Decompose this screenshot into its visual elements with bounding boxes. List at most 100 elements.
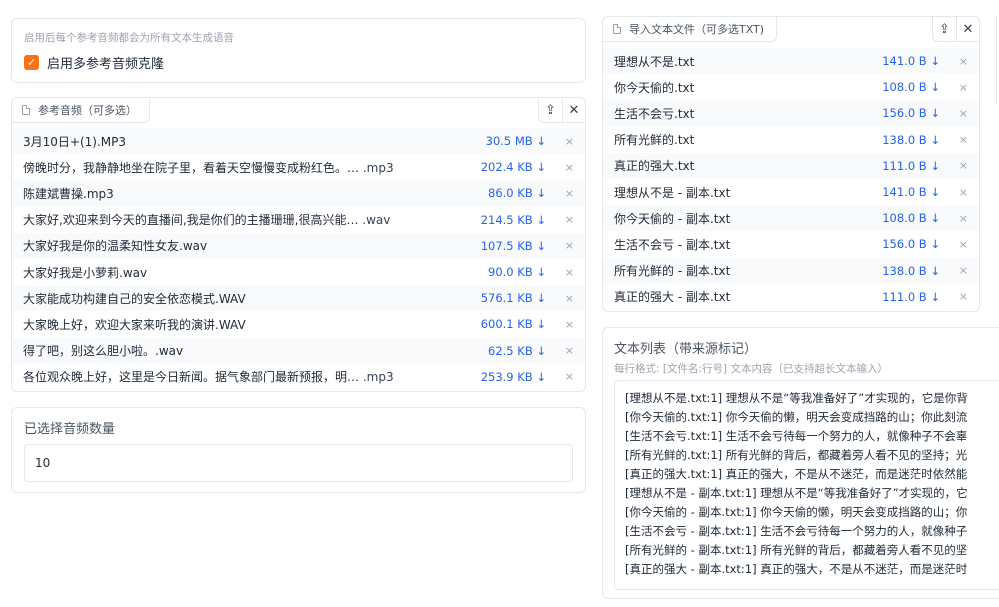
file-size-download-link[interactable]: 600.1 KB ↓ <box>481 317 546 331</box>
text-line: [理想从不是 - 副本.txt:1] 理想从不是“等我准备好了”才实现的，它 <box>625 486 968 500</box>
file-row[interactable]: 各位观众晚上好，这里是今日新闻。据气象部门最新预报，明… .mp3 253.9 K… <box>12 364 585 390</box>
file-row[interactable]: 傍晚时分，我静静地坐在院子里，看着天空慢慢变成粉红色。… .mp3 202.4 K… <box>12 154 585 180</box>
file-ext: .wav <box>358 213 391 228</box>
file-row[interactable]: 陈建斌曹操.mp3 86.0 KB ↓ × <box>12 180 585 207</box>
file-size-download-link[interactable]: 138.0 B ↓ <box>882 264 940 278</box>
remove-file-icon[interactable]: × <box>546 266 574 279</box>
remove-file-icon[interactable]: × <box>546 370 574 383</box>
remove-file-icon[interactable]: × <box>546 187 574 200</box>
file-size-download-link[interactable]: 111.0 B ↓ <box>882 290 940 304</box>
remove-file-icon[interactable]: × <box>940 159 968 172</box>
file-row[interactable]: 理想从不是.txt 141.0 B ↓ × <box>603 48 979 75</box>
file-name: 生活不会亏.txt <box>614 105 882 122</box>
remove-file-icon[interactable]: × <box>940 133 968 146</box>
remove-file-icon[interactable]: × <box>546 213 574 226</box>
file-name: 各位观众晚上好，这里是今日新闻。据气象部门最新预报，明… .mp3 <box>23 368 481 385</box>
file-size-download-link[interactable]: 108.0 B ↓ <box>882 80 940 94</box>
file-size-download-link[interactable]: 138.0 B ↓ <box>882 133 940 147</box>
file-row[interactable]: 所有光鲜的.txt 138.0 B ↓ × <box>603 127 979 153</box>
file-size-download-link[interactable]: 214.5 KB ↓ <box>481 213 546 227</box>
file-name: 真正的强大 - 副本.txt <box>614 288 882 305</box>
file-row[interactable]: 大家好,欢迎来到今天的直播间,我是你们的主播珊珊,很高兴能… .wav 214.5… <box>12 207 585 233</box>
close-icon[interactable]: ✕ <box>562 98 585 122</box>
file-size-download-link[interactable]: 202.4 KB ↓ <box>481 160 546 174</box>
remove-file-icon[interactable]: × <box>940 212 968 225</box>
file-name: 你今天偷的.txt <box>614 79 882 96</box>
check-icon[interactable]: ✓ <box>24 55 39 70</box>
file-name-text: 大家好我是你的温柔知性女友.wav <box>23 239 208 254</box>
file-size-download-link[interactable]: 156.0 B ↓ <box>882 106 940 120</box>
remove-file-icon[interactable]: × <box>940 290 968 303</box>
text-list-textarea[interactable]: [理想从不是.txt:1] 理想从不是“等我准备好了”才实现的，它是你背 [你今天… <box>614 380 999 590</box>
file-size-download-link[interactable]: 90.0 KB ↓ <box>488 265 546 279</box>
text-list-format-hint: 每行格式: [文件名:行号] 文本内容（已支持超长文本输入） <box>614 363 888 375</box>
file-row[interactable]: 大家好我是你的温柔知性女友.wav 107.5 KB ↓ × <box>12 232 585 259</box>
file-size-download-link[interactable]: 253.9 KB ↓ <box>481 370 546 384</box>
file-name-text: 大家好我是小萝莉.wav <box>23 265 148 280</box>
file-row[interactable]: 得了吧，别这么胆小啦。.wav 62.5 KB ↓ × <box>12 337 585 364</box>
text-lines: [理想从不是.txt:1] 理想从不是“等我准备好了”才实现的，它是你背 [你今天… <box>625 389 999 579</box>
file-size-download-link[interactable]: 30.5 MB ↓ <box>486 134 546 148</box>
file-name-text: 你今天偷的.txt <box>614 80 695 95</box>
file-size-download-link[interactable]: 141.0 B ↓ <box>882 54 940 68</box>
file-row[interactable]: 生活不会亏 - 副本.txt 156.0 B ↓ × <box>603 231 979 257</box>
remove-file-icon[interactable]: × <box>546 135 574 148</box>
text-line: [你今天偷的 - 副本.txt:1] 你今天偷的懒，明天会变成挡路的山；你 <box>625 505 968 519</box>
remove-file-icon[interactable]: × <box>940 55 968 68</box>
remove-file-icon[interactable]: × <box>546 344 574 357</box>
remove-file-icon[interactable]: × <box>940 81 968 94</box>
upload-icon[interactable]: ⇪ <box>539 98 562 122</box>
file-name-text: 大家晚上好，欢迎大家来听我的演讲.WAV <box>23 317 246 332</box>
ref-audio-panel: 参考音频（可多选） ⇪ ✕ 3月10日+(1).MP3 30.5 MB ↓ × 傍晚时… <box>11 97 586 392</box>
file-row[interactable]: 大家好我是小萝莉.wav 90.0 KB ↓ × <box>12 259 585 285</box>
multi-ref-checkbox-row[interactable]: ✓ 启用多参考音频克隆 <box>24 53 164 72</box>
file-size-download-link[interactable]: 111.0 B ↓ <box>882 159 940 173</box>
text-list-panel: 文本列表（带来源标记） 每行格式: [文件名:行号] 文本内容（已支持超长文本输… <box>602 327 999 599</box>
remove-file-icon[interactable]: × <box>546 292 574 305</box>
ref-audio-actions: ⇪ ✕ <box>538 97 586 123</box>
file-name: 真正的强大.txt <box>614 157 882 174</box>
import-text-label-tab: 导入文本文件（可多选TXT) <box>602 16 778 42</box>
remove-file-icon[interactable]: × <box>940 107 968 120</box>
file-size-download-link[interactable]: 108.0 B ↓ <box>882 211 940 225</box>
remove-file-icon[interactable]: × <box>546 161 574 174</box>
file-size-download-link[interactable]: 141.0 B ↓ <box>882 185 940 199</box>
import-text-panel: 导入文本文件（可多选TXT) ⇪ ✕ 理想从不是.txt 141.0 B ↓ × 你今… <box>602 16 980 312</box>
file-size-download-link[interactable]: 86.0 KB ↓ <box>488 186 546 200</box>
file-ext: .mp3 <box>359 160 394 175</box>
file-size-download-link[interactable]: 62.5 KB ↓ <box>488 344 546 358</box>
file-size-download-link[interactable]: 156.0 B ↓ <box>882 237 940 251</box>
multi-ref-hint: 启用后每个参考音频都会为所有文本生成语音 <box>24 32 234 44</box>
upload-icon[interactable]: ⇪ <box>933 17 956 41</box>
text-line: [所有光鲜的.txt:1] 所有光鲜的背后，都藏着旁人看不见的坚持；光 <box>625 448 968 462</box>
remove-file-icon[interactable]: × <box>940 264 968 277</box>
file-row[interactable]: 大家晚上好，欢迎大家来听我的演讲.WAV 600.1 KB ↓ × <box>12 311 585 337</box>
text-line: [真正的强大 - 副本.txt:1] 真正的强大，不是从不迷茫，而是迷茫时 <box>625 562 968 576</box>
file-row[interactable]: 3月10日+(1).MP3 30.5 MB ↓ × <box>12 128 585 155</box>
file-name-text: 真正的强大.txt <box>614 159 695 174</box>
remove-file-icon[interactable]: × <box>940 238 968 251</box>
ref-audio-file-list: 3月10日+(1).MP3 30.5 MB ↓ × 傍晚时分，我静静地坐在院子里，看着… <box>12 128 585 390</box>
file-name: 大家能成功构建自己的安全依恋模式.WAV <box>23 290 481 307</box>
file-row[interactable]: 真正的强大 - 副本.txt 111.0 B ↓ × <box>603 284 979 310</box>
file-name-text: 3月10日+(1).MP3 <box>23 134 126 149</box>
file-row[interactable]: 你今天偷的 - 副本.txt 108.0 B ↓ × <box>603 205 979 232</box>
file-size-download-link[interactable]: 576.1 KB ↓ <box>481 291 546 305</box>
file-row[interactable]: 真正的强大.txt 111.0 B ↓ × <box>603 152 979 179</box>
file-row[interactable]: 大家能成功构建自己的安全依恋模式.WAV 576.1 KB ↓ × <box>12 285 585 312</box>
file-row[interactable]: 所有光鲜的 - 副本.txt 138.0 B ↓ × <box>603 257 979 284</box>
file-row[interactable]: 理想从不是 - 副本.txt 141.0 B ↓ × <box>603 179 979 205</box>
close-icon[interactable]: ✕ <box>956 17 979 41</box>
remove-file-icon[interactable]: × <box>546 318 574 331</box>
file-row[interactable]: 生活不会亏.txt 156.0 B ↓ × <box>603 100 979 127</box>
text-line: [生活不会亏 - 副本.txt:1] 生活不会亏待每一个努力的人，就像种子 <box>625 524 968 538</box>
file-name-text: 所有光鲜的 - 副本.txt <box>614 264 731 279</box>
file-size-download-link[interactable]: 107.5 KB ↓ <box>481 239 546 253</box>
remove-file-icon[interactable]: × <box>940 186 968 199</box>
remove-file-icon[interactable]: × <box>546 239 574 252</box>
ref-audio-label-tab: 参考音频（可多选） <box>11 97 150 123</box>
file-name-text: 理想从不是.txt <box>614 54 695 69</box>
file-row[interactable]: 你今天偷的.txt 108.0 B ↓ × <box>603 74 979 100</box>
file-name: 大家晚上好，欢迎大家来听我的演讲.WAV <box>23 316 481 333</box>
selected-count-field[interactable]: 10 <box>24 444 573 482</box>
